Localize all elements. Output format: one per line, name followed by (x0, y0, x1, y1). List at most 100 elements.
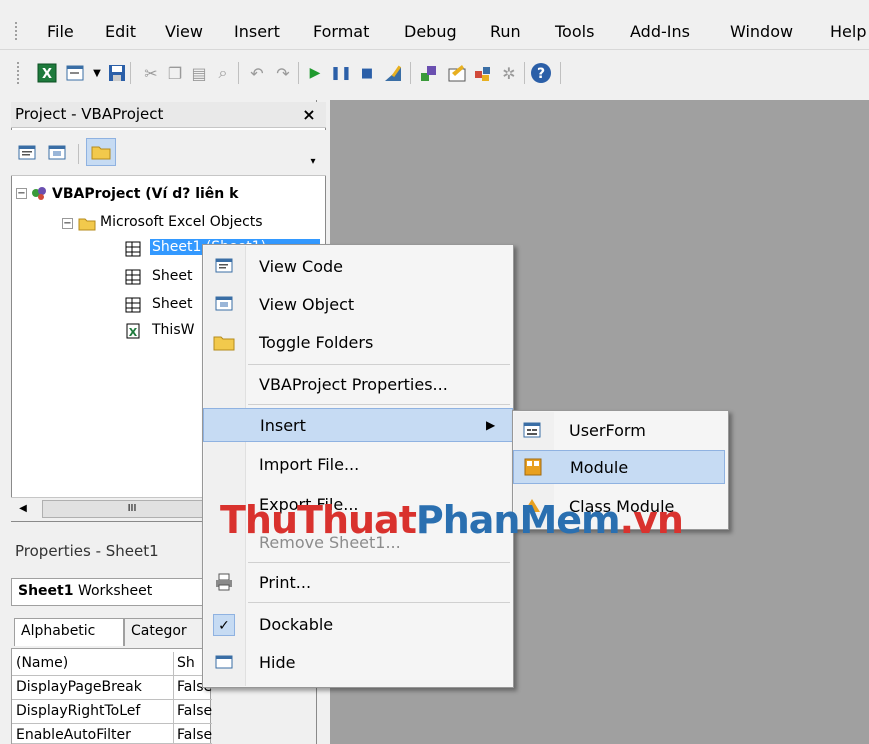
scroll-thumb[interactable]: III (42, 500, 222, 518)
toggle-folders-button[interactable] (86, 138, 116, 166)
userform-icon (521, 420, 543, 442)
tree-item-sheet2[interactable]: Sheet (152, 268, 192, 284)
workbook-icon: X (124, 322, 142, 340)
chevron-down-icon[interactable]: ▼ (86, 62, 108, 84)
toolbar-separator (410, 62, 411, 84)
menu-separator (248, 404, 510, 405)
toolbar-grip[interactable] (17, 62, 20, 84)
toolbar-separator (130, 62, 131, 84)
menu-edit[interactable]: Edit (105, 22, 136, 41)
submenu-item-module[interactable]: Module (513, 450, 725, 484)
save-icon[interactable] (106, 62, 128, 84)
menu-item-dockable[interactable]: ✓ Dockable (203, 608, 513, 642)
menu-add-ins[interactable]: Add-Ins (630, 22, 690, 41)
menu-separator (248, 364, 510, 365)
view-object-icon (213, 294, 235, 316)
chevron-down-icon[interactable]: ▾ (306, 156, 320, 170)
vbaproject-icon (30, 184, 48, 202)
menubar-grip[interactable] (15, 22, 19, 40)
object-browser-icon[interactable] (472, 62, 494, 84)
menu-item-print[interactable]: Print... (203, 566, 513, 600)
menu-separator (248, 602, 510, 603)
menu-item-vbaproject-properties[interactable]: VBAProject Properties... (203, 368, 513, 402)
view-object-icon[interactable] (46, 142, 68, 164)
collapse-icon[interactable]: − (62, 218, 73, 229)
sheet-icon (124, 240, 142, 258)
property-value[interactable]: Sh (177, 655, 195, 671)
property-value[interactable]: False (177, 727, 212, 743)
excel-icon[interactable]: X (36, 62, 58, 84)
run-icon[interactable]: ▶ (304, 62, 326, 84)
menu-run[interactable]: Run (490, 22, 521, 41)
menu-item-view-code[interactable]: View Code (203, 250, 513, 284)
svg-text:X: X (129, 326, 138, 339)
toolbar-separator (238, 62, 239, 84)
property-name: DisplayRightToLef (16, 703, 141, 719)
tab-alphabetic[interactable]: Alphabetic (14, 618, 124, 646)
properties-icon[interactable] (446, 62, 468, 84)
submenu-item-userform[interactable]: UserForm (513, 414, 725, 448)
undo-icon[interactable]: ↶ (246, 62, 268, 84)
cut-icon[interactable]: ✂ (140, 62, 162, 84)
properties-object-name: Sheet1 (18, 583, 74, 599)
tree-item-thisworkbook[interactable]: ThisW (152, 322, 194, 338)
toolbar-separator (524, 62, 525, 84)
tree-root-label[interactable]: VBAProject (Ví d? liên k (52, 186, 322, 202)
find-icon[interactable]: ⌕ (212, 62, 234, 84)
menu-help[interactable]: Help (830, 22, 869, 41)
menu-item-toggle-folders[interactable]: Toggle Folders (203, 326, 513, 360)
property-value[interactable]: False (177, 703, 212, 719)
module-icon (522, 457, 544, 479)
paste-icon[interactable]: ▤ (188, 62, 210, 84)
menu-separator (248, 562, 510, 563)
menu-format[interactable]: Format (313, 22, 369, 41)
project-title: Project - VBAProject (11, 102, 326, 128)
menu-window[interactable]: Window (730, 22, 793, 41)
scroll-left-icon[interactable]: ◀ (16, 503, 30, 517)
menu-item-view-object[interactable]: View Object (203, 288, 513, 322)
toolbar-separator (560, 62, 561, 84)
menu-file[interactable]: File (47, 22, 74, 41)
sheet-icon (124, 296, 142, 314)
properties-title: Properties - Sheet1 (15, 542, 159, 560)
menu-item-hide[interactable]: Hide (203, 646, 513, 680)
help-icon[interactable]: ? (530, 62, 552, 84)
tab-categorized[interactable]: Categor (124, 618, 212, 646)
toolbox-icon[interactable]: ✲ (498, 62, 520, 84)
property-row[interactable]: (Name) Sh (12, 652, 212, 676)
menu-item-import-file[interactable]: Import File... (203, 448, 513, 482)
reset-icon[interactable]: ■ (356, 62, 378, 84)
menu-item-export-file[interactable]: Export File... (203, 488, 513, 522)
menu-insert[interactable]: Insert (234, 22, 280, 41)
tree-folder-label[interactable]: Microsoft Excel Objects (100, 214, 263, 230)
project-explorer-icon[interactable] (418, 62, 440, 84)
property-name: (Name) (16, 655, 69, 671)
submenu-arrow-icon: ▶ (486, 418, 496, 432)
folder-icon (213, 332, 235, 354)
close-icon[interactable]: × (298, 105, 320, 125)
collapse-icon[interactable]: − (16, 188, 27, 199)
printer-icon (213, 572, 235, 594)
menu-item-remove: Remove Sheet1... (259, 533, 401, 552)
menu-item-insert[interactable]: Insert ▶ (203, 408, 513, 442)
menu-debug[interactable]: Debug (404, 22, 457, 41)
break-icon[interactable]: ❚❚ (330, 62, 352, 84)
submenu-item-class-module[interactable]: Class Module (513, 490, 725, 524)
property-name: DisplayPageBreak (16, 679, 142, 695)
copy-icon[interactable]: ❐ (164, 62, 186, 84)
property-row[interactable]: DisplayPageBreak False (12, 676, 212, 700)
redo-icon[interactable]: ↷ (272, 62, 294, 84)
view-code-icon[interactable] (16, 142, 38, 164)
property-name: EnableAutoFilter (16, 727, 131, 743)
design-mode-icon[interactable] (382, 62, 404, 84)
view-code-icon (213, 256, 235, 278)
property-row[interactable]: DisplayRightToLef False (12, 700, 212, 724)
toolbar-separator (78, 144, 79, 164)
insert-userform-icon[interactable] (64, 62, 86, 84)
menu-tools[interactable]: Tools (555, 22, 594, 41)
properties-object-selector[interactable]: Sheet1 Worksheet (11, 578, 211, 606)
property-row[interactable]: EnableAutoFilter False (12, 724, 212, 744)
menu-view[interactable]: View (165, 22, 203, 41)
hide-window-icon (213, 652, 235, 674)
tree-item-sheet3[interactable]: Sheet (152, 296, 192, 312)
